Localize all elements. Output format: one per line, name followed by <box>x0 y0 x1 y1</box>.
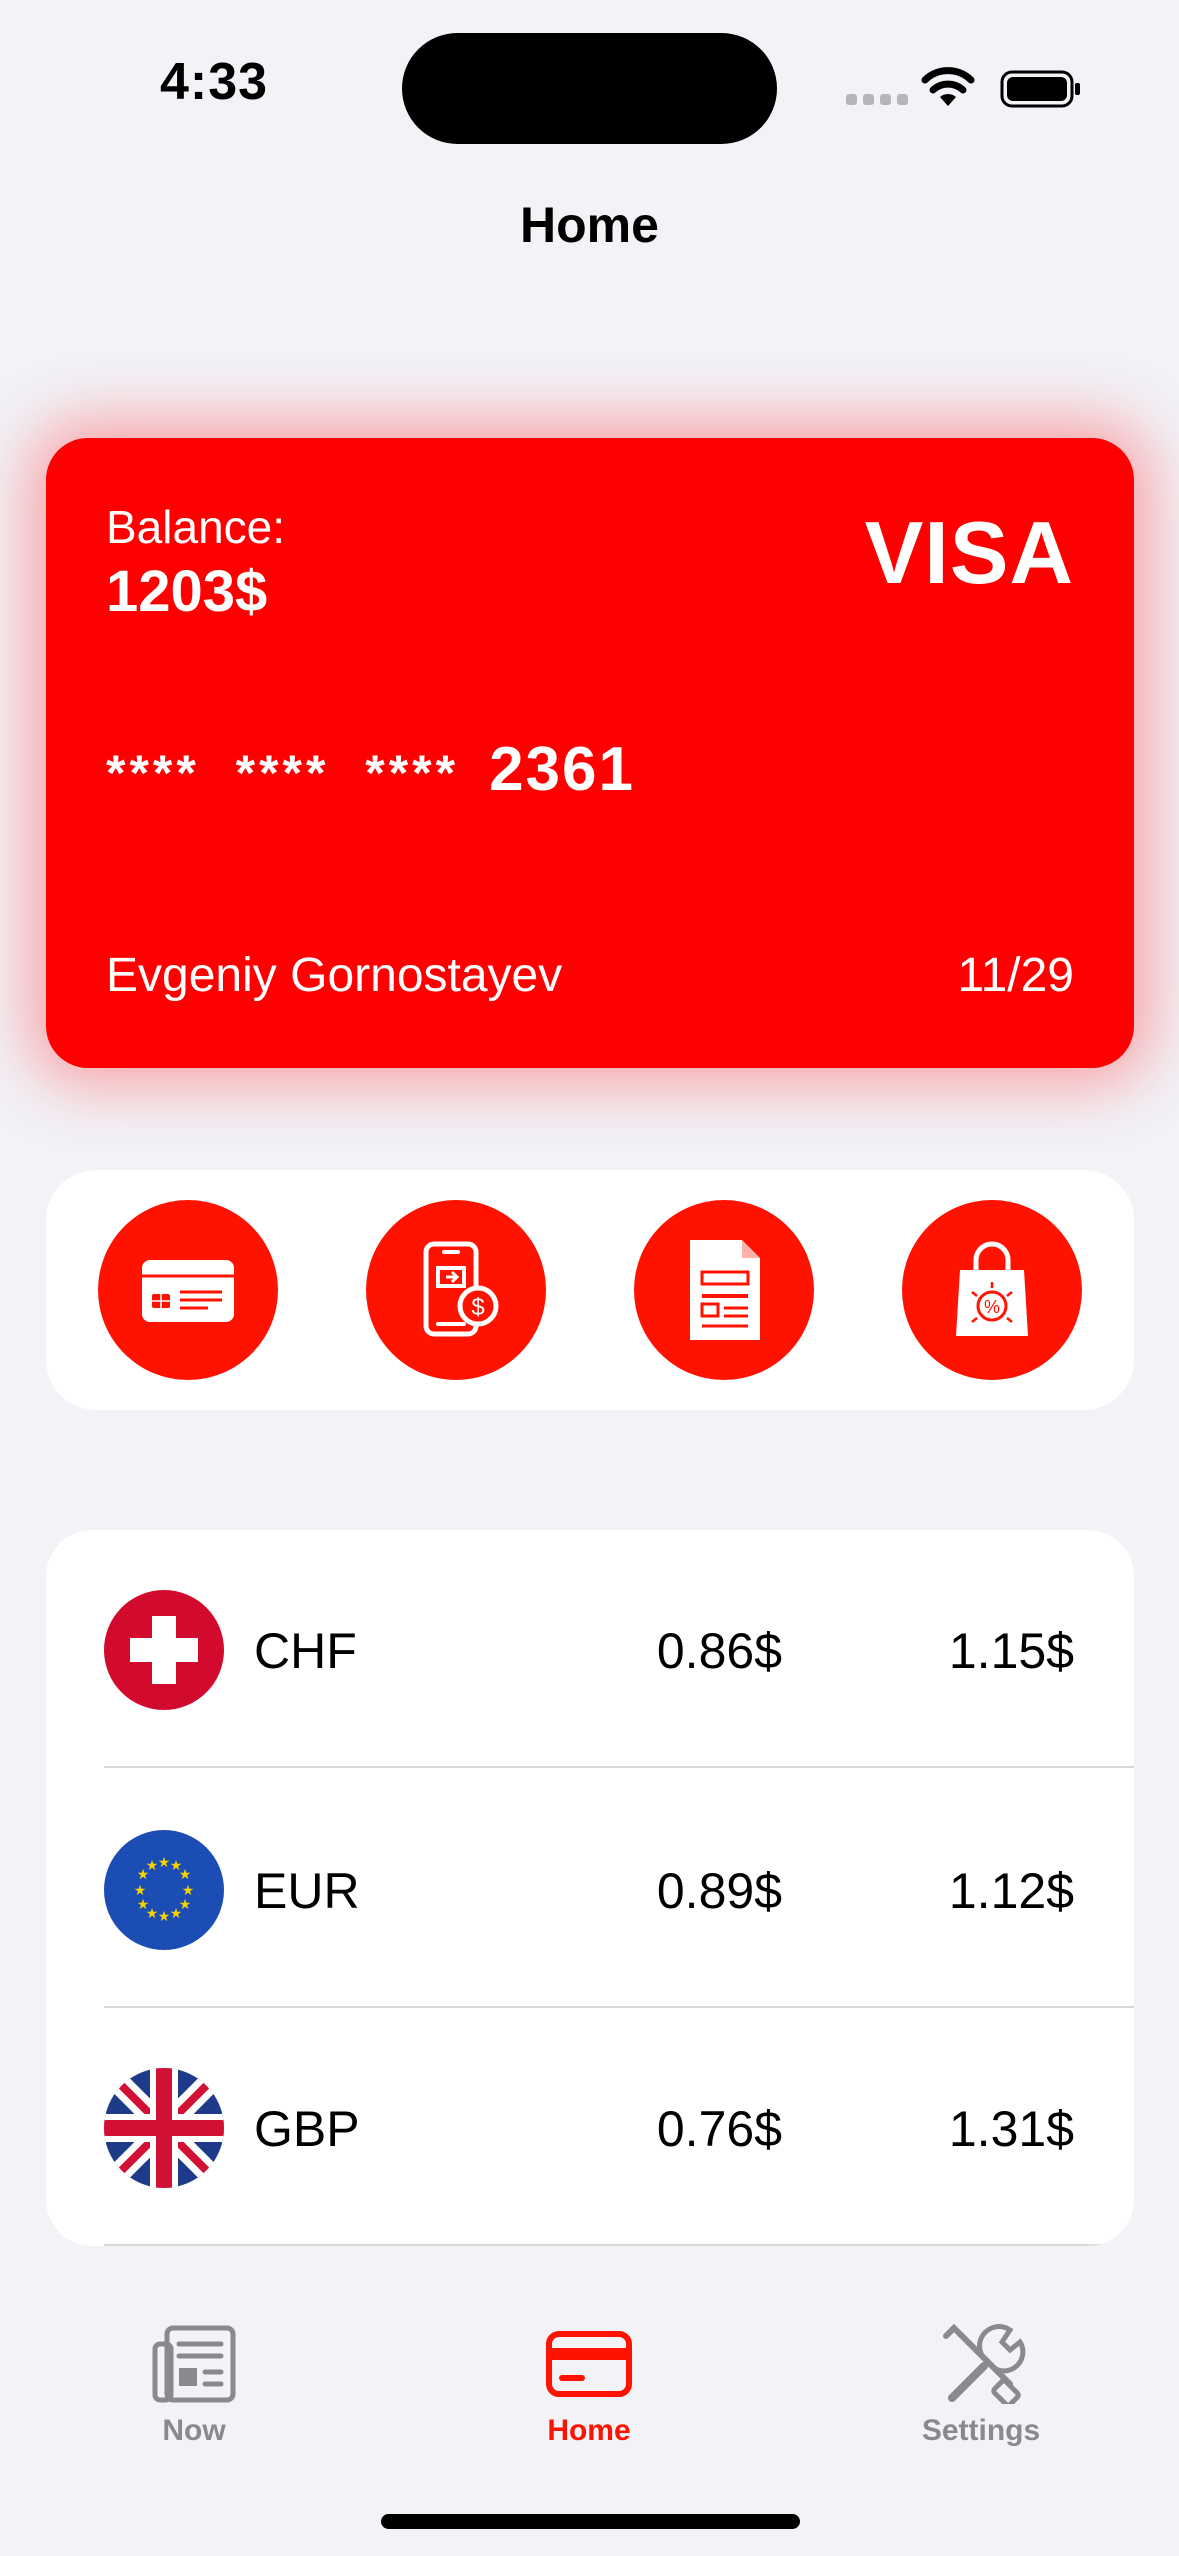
card-icon <box>546 2331 632 2397</box>
tab-label: Now <box>162 2414 226 2447</box>
home-indicator[interactable] <box>381 2514 800 2529</box>
status-time: 4:33 <box>160 53 269 111</box>
wifi-icon <box>921 67 975 106</box>
card-number-last4: 2361 <box>489 735 635 804</box>
eu-flag-icon: ★ ★ ★ ★ ★ ★ ★ ★ ★ ★ ★ ★ <box>104 1830 224 1950</box>
credit-card[interactable]: Balance: 1203$ VISA **** **** **** 2361 … <box>46 438 1134 1068</box>
rate-sell: 1.31$ <box>948 2101 1074 2157</box>
page-title: Home <box>520 197 659 253</box>
tools-icon <box>943 2324 1026 2404</box>
svg-text:★: ★ <box>170 1906 183 1922</box>
statements-action-button[interactable] <box>634 1200 814 1380</box>
document-icon <box>690 1240 760 1340</box>
card-brand-logo: VISA <box>864 503 1074 602</box>
rate-buy: 0.86$ <box>656 1623 782 1679</box>
rate-buy: 0.76$ <box>656 2101 782 2157</box>
balance-value: 1203$ <box>106 559 268 624</box>
tab-home[interactable]: Home <box>469 2324 709 2448</box>
card-holder-name: Evgeniy Gornostayev <box>106 949 563 1002</box>
rate-row-chf[interactable]: CHF 0.86$ 1.15$ <box>46 1530 1134 1768</box>
quick-actions: $ % <box>46 1170 1134 1410</box>
mobile-payment-icon: $ <box>423 1241 499 1337</box>
cards-action-button[interactable] <box>98 1200 278 1380</box>
svg-text:★: ★ <box>134 1883 147 1899</box>
tab-label: Home <box>547 2414 631 2447</box>
svg-text:★: ★ <box>158 1855 171 1871</box>
svg-text:$: $ <box>471 1294 484 1321</box>
svg-text:★: ★ <box>146 1858 159 1874</box>
rate-buy: 0.89$ <box>656 1863 782 1919</box>
rate-sell: 1.15$ <box>948 1623 1074 1679</box>
card-number: **** **** **** 2361 <box>106 734 635 805</box>
exchange-rates-list: CHF 0.86$ 1.15$ ★ ★ ★ ★ ★ ★ ★ ★ ★ ★ ★ ★ … <box>46 1530 1134 2246</box>
currency-code: GBP <box>254 2101 360 2157</box>
uk-flag-icon <box>104 2068 224 2188</box>
tab-settings[interactable]: Settings <box>861 2324 1101 2448</box>
credit-card-icon <box>142 1260 234 1322</box>
shopping-action-button[interactable]: % <box>902 1200 1082 1380</box>
tab-label: Settings <box>921 2414 1041 2447</box>
svg-text:★: ★ <box>179 1867 192 1883</box>
rate-row-gbp[interactable]: GBP 0.76$ 1.31$ <box>46 2008 1134 2246</box>
dynamic-island <box>402 33 777 144</box>
card-number-mask: **** **** **** <box>106 745 460 801</box>
rate-sell: 1.12$ <box>948 1863 1074 1919</box>
status-bar: 4:33 <box>0 0 1179 170</box>
card-expiry: 11/29 <box>957 949 1074 1002</box>
svg-text:★: ★ <box>158 1909 171 1925</box>
balance-label: Balance: <box>106 501 286 553</box>
svg-text:%: % <box>984 1297 1000 1317</box>
newspaper-icon <box>152 2325 236 2403</box>
cellular-signal-icon <box>846 94 908 105</box>
shopping-bag-discount-icon: % <box>956 1241 1028 1336</box>
transfer-action-button[interactable]: $ <box>366 1200 546 1380</box>
currency-code: CHF <box>254 1623 357 1679</box>
tab-now[interactable]: Now <box>74 2324 314 2448</box>
switzerland-flag-icon <box>104 1590 224 1710</box>
divider <box>104 1766 1134 1768</box>
currency-code: EUR <box>254 1863 360 1919</box>
rate-row-eur[interactable]: ★ ★ ★ ★ ★ ★ ★ ★ ★ ★ ★ ★ EUR 0.89$ 1.12$ <box>46 1770 1134 2008</box>
divider <box>104 2244 1134 2246</box>
battery-icon <box>1000 70 1080 108</box>
svg-text:★: ★ <box>137 1897 150 1913</box>
tab-bar: Now Home Settings <box>0 2290 1179 2556</box>
